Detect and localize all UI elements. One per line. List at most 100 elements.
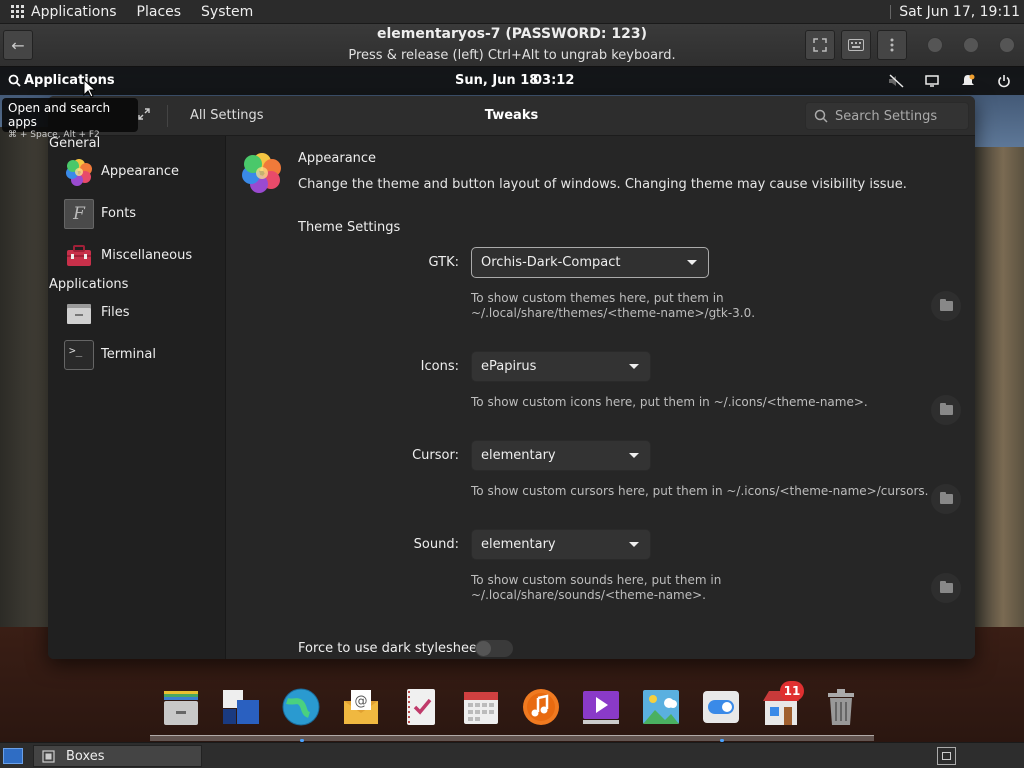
maximize-window-button[interactable] [963, 37, 979, 53]
photos-icon[interactable] [641, 687, 681, 727]
search-icon [814, 109, 828, 123]
sidebar-item-fonts[interactable]: F Fonts [48, 194, 226, 234]
files-icon[interactable] [161, 687, 201, 727]
section-title-theme-settings: Theme Settings [298, 220, 401, 235]
gtk-theme-dropdown[interactable]: Orchis-Dark-Compact [471, 247, 709, 278]
gtk-open-folder-button[interactable] [931, 291, 961, 321]
sound-hint: To show custom sounds here, put them in … [471, 573, 722, 602]
display-icon[interactable] [922, 71, 942, 91]
tasks-icon[interactable] [401, 687, 441, 727]
chevron-down-icon [629, 364, 639, 369]
folder-icon [939, 403, 953, 415]
sound-theme-dropdown[interactable]: elementary [471, 529, 651, 560]
sidebar-header-applications: Applications [49, 277, 129, 292]
taskbar-item-boxes[interactable]: Boxes [33, 745, 202, 767]
sidebar-item-label: Terminal [101, 347, 156, 362]
sidebar-item-label: Files [101, 305, 130, 320]
dock: @ 11 [150, 677, 874, 742]
applications-tooltip: Open and search apps ⌘ + Space, Alt + F2 [2, 98, 138, 140]
mouse-cursor-icon [83, 79, 95, 98]
sound-muted-icon[interactable] [886, 71, 906, 91]
wallpaper-rock-right [972, 147, 1024, 707]
guest-top-panel: Applications Sun, Jun 18 03:12 [0, 67, 1024, 95]
sound-open-folder-button[interactable] [931, 573, 961, 603]
workspace-switcher-icon[interactable] [937, 747, 956, 765]
minimize-window-button[interactable] [927, 37, 943, 53]
switch-knob [476, 641, 491, 656]
dark-stylesheet-label: Force to use dark stylesheet: [298, 641, 487, 656]
keyboard-icon [848, 39, 864, 51]
terminal-icon: >_ [64, 340, 94, 370]
cursor-open-folder-button[interactable] [931, 484, 961, 514]
host-taskbar: Boxes [0, 742, 1024, 768]
web-browser-icon[interactable] [281, 687, 321, 727]
page-title: Appearance [298, 151, 377, 166]
dark-stylesheet-switch[interactable] [475, 640, 513, 657]
search-icon [8, 74, 21, 87]
icons-open-folder-button[interactable] [931, 395, 961, 425]
appearance-icon [242, 153, 281, 193]
host-clock[interactable]: Sat Jun 17, 19:11 [899, 4, 1020, 20]
app-grid-icon[interactable] [11, 4, 25, 19]
svg-text:@: @ [355, 694, 368, 709]
sidebar-item-label: Miscellaneous [101, 248, 193, 263]
files-icon [67, 304, 91, 324]
boxes-header-bar: ← elementaryos-7 (PASSWORD: 123) Press &… [0, 24, 1024, 67]
dock-shelf [150, 735, 874, 741]
fullscreen-button[interactable] [805, 30, 835, 60]
chevron-down-icon [687, 260, 697, 265]
host-bar-separator [890, 4, 892, 19]
music-icon[interactable] [521, 687, 561, 727]
system-settings-icon[interactable] [701, 687, 741, 727]
calendar-icon[interactable] [461, 687, 501, 727]
sidebar-item-appearance[interactable]: Appearance [48, 152, 226, 192]
videos-icon[interactable] [581, 687, 621, 727]
multitasking-icon[interactable] [221, 687, 261, 727]
kebab-menu-icon [890, 38, 894, 52]
appearance-icon [66, 159, 92, 186]
guest-time[interactable]: 03:12 [533, 73, 574, 88]
gtk-label: GTK: [428, 255, 459, 270]
cursor-theme-value: elementary [481, 448, 556, 463]
host-menu-applications[interactable]: Applications [31, 4, 117, 20]
sound-theme-value: elementary [481, 537, 556, 552]
unmaximize-icon[interactable] [138, 108, 150, 124]
guest-applications-menu[interactable]: Applications [8, 73, 115, 88]
folder-icon [939, 492, 953, 504]
settings-window: All Settings Tweaks General Appearance F… [48, 96, 975, 659]
mail-icon[interactable]: @ [341, 687, 381, 727]
settings-sidebar: General Appearance F Fonts Miscellaneous… [48, 136, 226, 659]
trash-icon[interactable] [821, 687, 861, 727]
appcenter-badge: 11 [780, 681, 804, 701]
show-desktop-button[interactable] [3, 748, 23, 764]
guest-date[interactable]: Sun, Jun 18 [455, 73, 538, 88]
search-settings-field[interactable] [805, 102, 969, 130]
host-top-bar: Applications Places System Sat Jun 17, 1… [0, 0, 1024, 24]
keyboard-button[interactable] [841, 30, 871, 60]
all-settings-button[interactable]: All Settings [190, 108, 264, 123]
host-menu-places[interactable]: Places [137, 4, 182, 20]
miscellaneous-icon [67, 245, 91, 266]
power-icon[interactable] [994, 71, 1014, 91]
settings-titlebar: All Settings Tweaks [48, 96, 975, 136]
notifications-icon[interactable] [958, 71, 978, 91]
sidebar-item-miscellaneous[interactable]: Miscellaneous [48, 236, 226, 276]
page-description: Change the theme and button layout of wi… [298, 177, 907, 192]
cursor-theme-dropdown[interactable]: elementary [471, 440, 651, 471]
icons-theme-dropdown[interactable]: ePapirus [471, 351, 651, 382]
close-window-button[interactable] [999, 37, 1015, 53]
cursor-label: Cursor: [412, 448, 459, 463]
host-menu-system[interactable]: System [201, 4, 253, 20]
sidebar-item-terminal[interactable]: >_ Terminal [48, 335, 226, 375]
gtk-hint: To show custom themes here, put them in … [471, 291, 756, 320]
chevron-down-icon [629, 453, 639, 458]
search-settings-input[interactable] [835, 108, 955, 124]
tooltip-shortcut: ⌘ + Space, Alt + F2 [8, 130, 100, 140]
menu-button[interactable] [877, 30, 907, 60]
sidebar-item-files[interactable]: Files [48, 293, 226, 333]
fonts-icon: F [64, 199, 94, 229]
appcenter-launcher[interactable]: 11 [761, 681, 804, 727]
tooltip-title: Open and search apps [8, 101, 111, 129]
taskbar-item-label: Boxes [66, 748, 105, 764]
settings-content: Appearance Change the theme and button l… [227, 136, 975, 659]
